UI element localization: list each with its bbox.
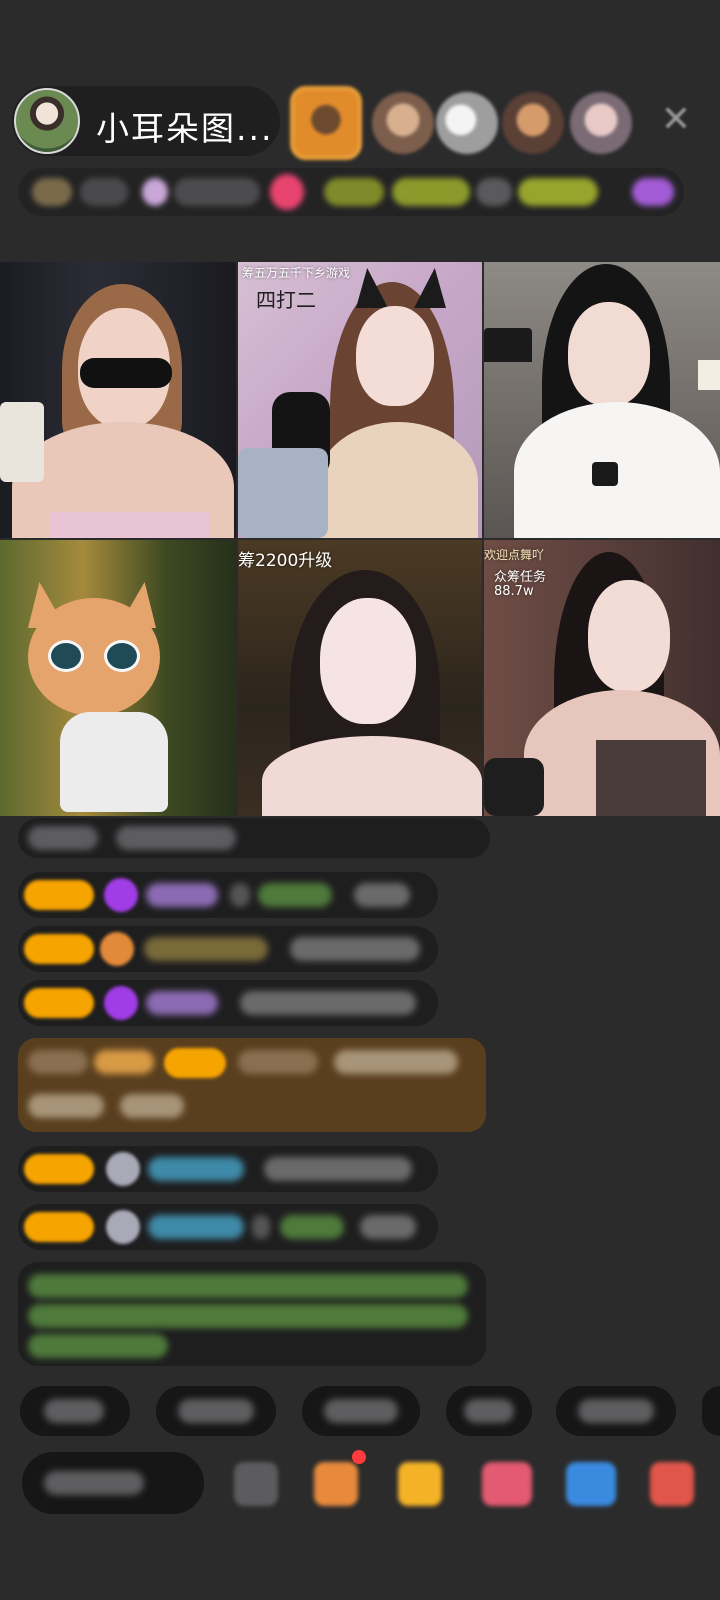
streamer-body xyxy=(262,736,482,816)
level-badge xyxy=(24,880,94,910)
red-packet-icon[interactable] xyxy=(398,1462,442,1506)
video-tile[interactable]: 筹五万五千下乡游戏 四打二 xyxy=(238,262,482,538)
host-name[interactable]: 小耳朵图... xyxy=(96,102,273,150)
tile-caption: 四打二 xyxy=(256,288,316,312)
streamer-body xyxy=(318,422,478,538)
info-chip xyxy=(174,178,260,206)
fan-badge-icon xyxy=(104,986,138,1020)
quick-reply-chip[interactable] xyxy=(156,1386,276,1436)
tile-caption: 筹2200升级 xyxy=(238,551,333,571)
streamer-outfit xyxy=(596,740,706,816)
quick-reply-chip[interactable] xyxy=(302,1386,420,1436)
viewer-avatar[interactable] xyxy=(290,86,362,160)
gift-box-icon[interactable] xyxy=(314,1462,358,1506)
video-tile[interactable] xyxy=(484,262,720,538)
quick-reply-chip[interactable] xyxy=(446,1386,532,1436)
system-notice xyxy=(18,1262,486,1366)
lamp xyxy=(698,360,720,390)
video-tile[interactable] xyxy=(0,540,236,816)
viewer-avatar[interactable] xyxy=(436,92,498,154)
lamp xyxy=(0,402,44,482)
video-tile[interactable]: 筹2200升级 xyxy=(238,540,482,816)
game-icon[interactable] xyxy=(482,1462,532,1506)
tile-caption: 欢迎点舞吖 xyxy=(484,548,545,562)
host-avatar[interactable] xyxy=(14,88,80,154)
activity-chip[interactable] xyxy=(476,178,512,206)
viewer-avatar[interactable] xyxy=(372,92,434,154)
level-badge xyxy=(24,934,94,964)
cat-ear xyxy=(414,268,446,308)
fan-club-icon[interactable] xyxy=(142,178,168,206)
viewer-avatar[interactable] xyxy=(502,92,564,154)
streamer-face xyxy=(588,580,670,692)
gift-icon[interactable] xyxy=(632,178,674,206)
multi-host-video-grid: 筹五万五千下乡游戏 四打二 筹2200升级 欢迎点舞吖 众筹任务 88.7w xyxy=(0,262,720,816)
bow xyxy=(592,462,618,486)
quick-reply-chip[interactable] xyxy=(556,1386,676,1436)
chat-message[interactable] xyxy=(18,1204,438,1250)
quick-reply-chip[interactable] xyxy=(20,1386,130,1436)
viewer-avatar[interactable] xyxy=(570,92,632,154)
chat-message[interactable] xyxy=(18,926,438,972)
chat-message[interactable] xyxy=(18,818,490,858)
fan-badge-icon xyxy=(106,1210,140,1244)
video-tile[interactable]: 欢迎点舞吖 众筹任务 88.7w xyxy=(484,540,720,816)
cat-eye xyxy=(48,640,84,672)
chat-message[interactable] xyxy=(18,872,438,918)
level-badge xyxy=(24,1212,94,1242)
tile-caption: 筹五万五千下乡游戏 xyxy=(242,266,351,280)
room-info-bar xyxy=(18,168,684,216)
quick-reply-chip[interactable] xyxy=(702,1386,720,1436)
tile-caption: 88.7w xyxy=(494,584,534,599)
streamer-outfit xyxy=(50,512,210,538)
lamp xyxy=(484,328,532,362)
chat-input[interactable] xyxy=(22,1452,204,1514)
host-info-pill[interactable]: 小耳朵图... xyxy=(12,86,280,156)
streamer-face xyxy=(356,306,434,406)
fan-badge-icon xyxy=(106,1152,140,1186)
level-badge xyxy=(24,988,94,1018)
fan-badge-icon xyxy=(100,932,134,966)
level-badge xyxy=(164,1048,226,1078)
rank-icon[interactable] xyxy=(32,178,72,206)
more-icon[interactable] xyxy=(650,1462,694,1506)
chat-message[interactable] xyxy=(18,980,438,1026)
microphone xyxy=(484,758,544,816)
activity-chip[interactable] xyxy=(392,178,470,206)
sunglasses xyxy=(80,358,172,388)
fan-badge-icon xyxy=(104,878,138,912)
heart-icon[interactable] xyxy=(270,174,304,210)
top-viewers-list xyxy=(290,82,650,162)
level-badge xyxy=(24,1154,94,1184)
notification-dot xyxy=(352,1450,366,1464)
chat-message[interactable] xyxy=(18,1146,438,1192)
close-icon[interactable]: ✕ xyxy=(656,100,696,140)
activity-chip[interactable] xyxy=(324,178,384,206)
activity-chip[interactable] xyxy=(518,178,598,206)
tile-caption: 众筹任务 xyxy=(494,570,547,585)
streamer-face xyxy=(320,598,416,724)
share-icon[interactable] xyxy=(566,1462,616,1506)
gift-message[interactable] xyxy=(18,1038,486,1132)
mic-stand xyxy=(238,448,328,538)
cat-eye xyxy=(104,640,140,672)
streamer-face xyxy=(568,302,650,406)
cat-shirt xyxy=(60,712,168,812)
video-tile[interactable] xyxy=(0,262,236,538)
emoji-icon[interactable] xyxy=(234,1462,278,1506)
info-chip xyxy=(80,178,128,206)
